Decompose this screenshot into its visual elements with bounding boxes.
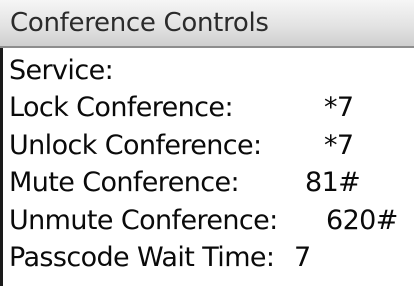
unmute-conference-row[interactable]: Unmute Conference: 620#	[9, 202, 409, 239]
passcode-wait-time-value[interactable]: 7	[294, 239, 311, 276]
unlock-conference-value[interactable]: *7	[324, 127, 354, 164]
title-bar: Conference Controls	[0, 0, 414, 48]
settings-list: Service: Lock Conference: *7 Unlock Conf…	[9, 52, 409, 276]
unlock-conference-row[interactable]: Unlock Conference: *7	[9, 127, 409, 164]
unmute-conference-value[interactable]: 620#	[326, 202, 398, 239]
unmute-conference-label: Unmute Conference:	[9, 204, 278, 236]
lock-conference-label: Lock Conference:	[9, 92, 234, 124]
service-row[interactable]: Service:	[9, 52, 409, 89]
conference-controls-screen: Conference Controls Service: Lock Confer…	[0, 0, 414, 286]
unlock-conference-label: Unlock Conference:	[9, 129, 262, 161]
service-label: Service:	[9, 55, 114, 86]
passcode-wait-time-row[interactable]: Passcode Wait Time: 7	[9, 239, 409, 276]
mute-conference-row[interactable]: Mute Conference: 81#	[9, 164, 409, 201]
mute-conference-label: Mute Conference:	[9, 167, 240, 199]
lock-conference-row[interactable]: Lock Conference: *7	[9, 89, 409, 126]
passcode-wait-time-label: Passcode Wait Time:	[9, 241, 275, 273]
mute-conference-value[interactable]: 81#	[305, 164, 361, 201]
left-edge-divider	[0, 48, 3, 286]
lock-conference-value[interactable]: *7	[324, 89, 354, 126]
screen-title: Conference Controls	[10, 8, 269, 38]
